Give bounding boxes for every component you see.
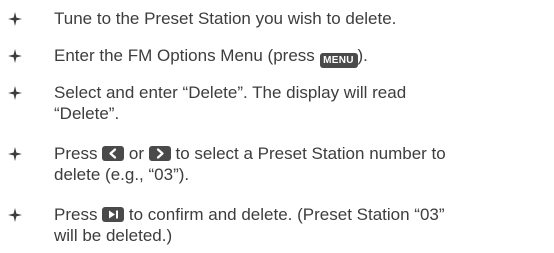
four-point-star-icon <box>8 143 22 164</box>
four-point-star-icon <box>8 45 22 66</box>
menu-key-icon: MENU <box>319 53 358 68</box>
left-arrow-key-icon <box>102 146 125 161</box>
step-4-line-2: delete (e.g., “03”). <box>54 165 190 184</box>
step-2-text-before-key: Enter the FM Options Menu (press <box>54 46 320 65</box>
four-point-star-icon <box>8 82 22 103</box>
step-2-text-after-key: ). <box>357 46 368 65</box>
step-5-text-press: Press <box>54 205 103 224</box>
step-1-line-1: Tune to the Preset Station you wish to d… <box>54 9 397 28</box>
step-4-text-rest: to select a Preset Station number to <box>170 144 446 163</box>
right-arrow-key-icon <box>148 146 171 161</box>
step-4-text: Press or to select a Preset Station numb… <box>54 143 550 185</box>
step-3-line-2: “Delete”. <box>54 104 120 123</box>
step-4-text-press: Press <box>54 144 103 163</box>
step-5-line-2: will be deleted.) <box>54 226 173 245</box>
step-3-text: Select and enter “Delete”. The display w… <box>54 82 550 124</box>
four-point-star-icon <box>8 8 22 29</box>
play-pause-key-icon <box>102 207 125 222</box>
step-3-line-1: Select and enter “Delete”. The display w… <box>54 83 407 102</box>
four-point-star-icon <box>8 204 22 225</box>
step-4-text-or: or <box>124 144 149 163</box>
step-2-text: Enter the FM Options Menu (press MENU). <box>54 45 550 68</box>
step-5-text: Press to confirm and delete. (Preset Sta… <box>54 204 550 246</box>
step-5-text-rest: to confirm and delete. (Preset Station “… <box>124 205 445 224</box>
step-1-text: Tune to the Preset Station you wish to d… <box>54 8 550 29</box>
